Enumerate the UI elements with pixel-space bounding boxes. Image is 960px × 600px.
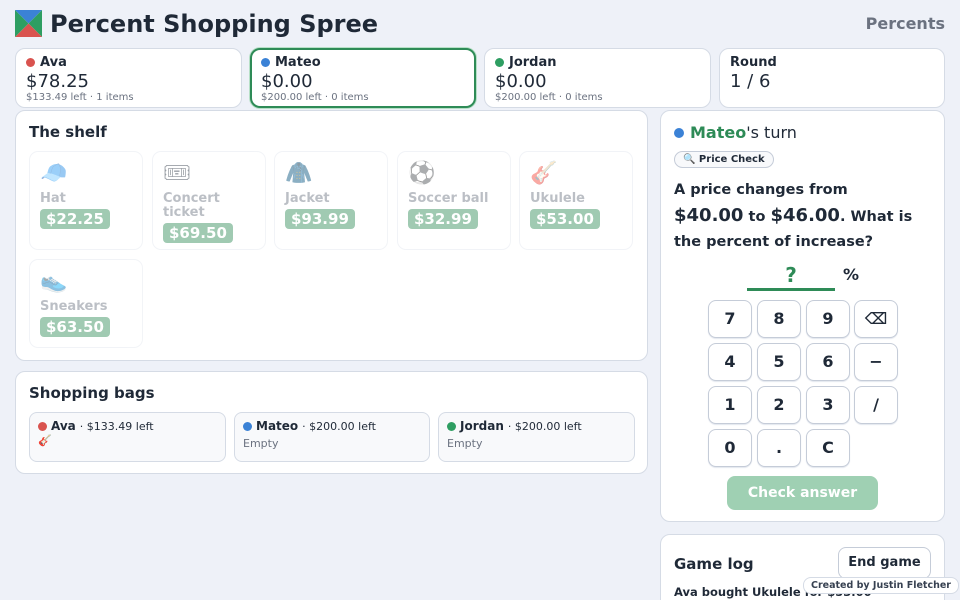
player-color-dot [674, 127, 684, 138]
key-7[interactable]: 7 [708, 300, 752, 338]
price-to: $46.00 [770, 205, 840, 226]
item-name: Jacket [285, 191, 330, 206]
round-label: Round [730, 55, 777, 70]
item-name: Ukulele [530, 191, 586, 206]
item-price: $22.25 [40, 209, 110, 229]
item-price: $63.50 [40, 317, 110, 337]
key-1[interactable]: 1 [708, 386, 752, 424]
credit-badge: Created by Justin Fletcher [803, 577, 959, 594]
shelf-item-ukulele[interactable]: 🎸 Ukulele $53.00 [519, 151, 633, 250]
item-name: Soccer ball [408, 191, 489, 206]
key-0[interactable]: 0 [708, 429, 752, 467]
turn-suffix: 's turn [746, 123, 797, 142]
item-price: $53.00 [530, 209, 600, 229]
item-price: $32.99 [408, 209, 478, 229]
bag-ava: Ava · $133.49 left 🎸 [29, 412, 226, 462]
key-4[interactable]: 4 [708, 343, 752, 381]
key-5[interactable]: 5 [757, 343, 801, 381]
bag-mateo: Mateo · $200.00 left Empty [234, 412, 430, 462]
bag-jordan: Jordan · $200.00 left Empty [438, 412, 635, 462]
price-from: $40.00 [674, 205, 744, 226]
bag-budget: · $133.49 left [79, 419, 154, 433]
end-game-button[interactable]: End game [838, 547, 931, 579]
player-color-dot [495, 58, 504, 67]
shelf-item-soccer-ball[interactable]: ⚽ Soccer ball $32.99 [397, 151, 511, 250]
app-header: Percent Shopping Spree Percents [15, 8, 945, 40]
backspace-key[interactable]: ⌫ [854, 300, 898, 338]
key-2[interactable]: 2 [757, 386, 801, 424]
clear-key[interactable]: C [806, 429, 850, 467]
shelf-item-concert-ticket[interactable]: 🎟 Concert ticket $69.50 [152, 151, 266, 250]
hat-icon: 🧢 [40, 161, 68, 186]
player-color-dot [38, 421, 47, 431]
player-color-dot [447, 421, 456, 431]
turn-heading: Mateo's turn [674, 123, 931, 142]
minus-key[interactable]: − [854, 343, 898, 381]
shelf-item-jacket[interactable]: 🧥 Jacket $93.99 [274, 151, 388, 250]
key-6[interactable]: 6 [806, 343, 850, 381]
slash-key[interactable]: / [854, 386, 898, 424]
player-name: Jordan [509, 55, 557, 70]
bag-owner: Jordan [460, 419, 504, 433]
shelf-panel: The shelf 🧢 Hat $22.25 🎟 Concert ticket … [15, 110, 648, 361]
bag-owner: Mateo [256, 419, 299, 433]
player-color-dot [243, 421, 252, 431]
player-money: $78.25 [26, 71, 89, 92]
player-money: $0.00 [261, 71, 313, 92]
guitar-icon: 🎸 [38, 434, 52, 447]
player-card-mateo: Mateo $0.00 $200.00 left · 0 items [250, 48, 476, 108]
bag-owner: Ava [51, 419, 76, 433]
player-budget: $133.49 left · 1 items [26, 92, 134, 103]
player-name: Ava [40, 55, 67, 70]
app-subtitle: Percents [865, 14, 945, 33]
decimal-key[interactable]: . [757, 429, 801, 467]
bag-contents: Empty [243, 437, 279, 450]
item-price: $93.99 [285, 209, 355, 229]
answer-row: ? % [747, 261, 877, 293]
player-card-jordan: Jordan $0.00 $200.00 left · 0 items [484, 48, 711, 108]
player-color-dot [26, 58, 35, 67]
app-title: Percent Shopping Spree [50, 10, 379, 38]
item-name: Concert ticket [163, 191, 220, 220]
sneaker-icon: 👟 [40, 269, 68, 294]
current-player: Mateo [690, 123, 747, 142]
key-3[interactable]: 3 [806, 386, 850, 424]
answer-input[interactable]: ? [747, 261, 835, 291]
shelf-title: The shelf [29, 123, 107, 141]
ticket-icon: 🎟 [163, 161, 191, 186]
key-9[interactable]: 9 [806, 300, 850, 338]
round-card: Round 1 / 6 [719, 48, 945, 108]
shelf-item-hat[interactable]: 🧢 Hat $22.25 [29, 151, 143, 250]
round-value: 1 / 6 [730, 71, 771, 92]
player-budget: $200.00 left · 0 items [495, 92, 603, 103]
bag-budget: · $200.00 left [507, 419, 582, 433]
shelf-item-sneakers[interactable]: 👟 Sneakers $63.50 [29, 259, 143, 348]
player-money: $0.00 [495, 71, 547, 92]
item-price: $69.50 [163, 223, 233, 243]
item-name: Hat [40, 191, 66, 206]
player-name: Mateo [275, 55, 321, 70]
question-text: A price changes from $40.00 to $46.00. W… [674, 182, 913, 250]
jacket-icon: 🧥 [285, 161, 313, 186]
soccer-ball-icon: ⚽ [408, 161, 436, 186]
key-8[interactable]: 8 [757, 300, 801, 338]
bag-contents: Empty [447, 437, 483, 450]
item-name: Sneakers [40, 299, 108, 314]
bag-budget: · $200.00 left [302, 419, 376, 433]
app-logo-icon [15, 10, 42, 37]
turn-panel: Mateo's turn 🔍 Price Check A price chang… [660, 110, 945, 522]
player-card-ava: Ava $78.25 $133.49 left · 1 items [15, 48, 242, 108]
check-answer-button[interactable]: Check answer [727, 476, 878, 510]
guitar-icon: 🎸 [530, 161, 558, 186]
shopping-bags-title: Shopping bags [29, 384, 155, 402]
player-color-dot [261, 58, 270, 67]
player-budget: $200.00 left · 0 items [261, 92, 369, 103]
shopping-bags-panel: Shopping bags Ava · $133.49 left 🎸 Mateo ·… [15, 371, 648, 474]
percent-unit: % [843, 265, 860, 284]
price-check-badge: 🔍 Price Check [674, 151, 774, 168]
